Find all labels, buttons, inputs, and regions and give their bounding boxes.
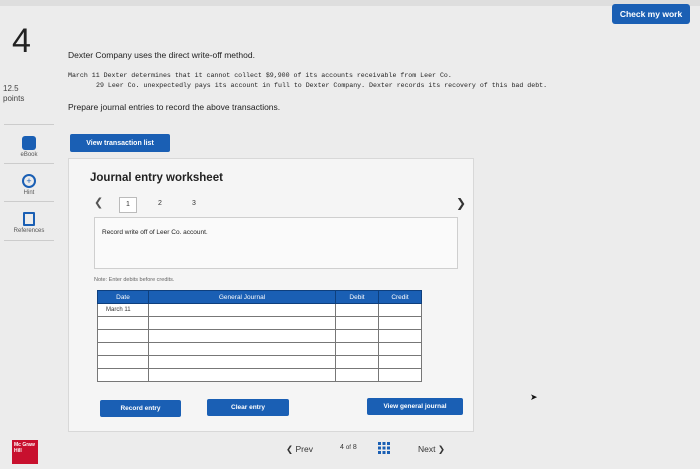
debit-cell[interactable]: [335, 342, 379, 356]
instruction-box: [94, 217, 458, 269]
account-cell[interactable]: [148, 368, 336, 382]
table-row: [97, 368, 422, 382]
column-header-debit: Debit: [335, 290, 379, 304]
date-cell[interactable]: March 11: [97, 303, 149, 317]
debit-cell[interactable]: [335, 316, 379, 330]
transaction-line-2: 29 Leer Co. unexpectedly pays its accoun…: [96, 82, 548, 89]
column-header-general-journal: General Journal: [148, 290, 336, 304]
debit-cell[interactable]: [335, 355, 379, 369]
credit-cell[interactable]: [378, 342, 422, 356]
sidebar-divider: [4, 163, 54, 164]
question-number: 4: [12, 22, 31, 60]
sidebar-item-label: Hint: [23, 190, 35, 196]
table-row: [97, 342, 422, 356]
worksheet-page-1[interactable]: 1: [119, 197, 137, 213]
debit-cell[interactable]: [335, 329, 379, 343]
points-label: points: [3, 94, 25, 103]
page-indicator: 4 of 8: [340, 444, 357, 451]
top-bar: [0, 0, 700, 6]
sidebar-item-label: eBook: [20, 152, 38, 158]
view-general-journal-button[interactable]: View general journal: [367, 398, 463, 415]
instruction-text: Record write off of Leer Co. account.: [102, 229, 208, 236]
mouse-cursor-icon: ➤: [530, 392, 538, 402]
account-cell[interactable]: [148, 303, 336, 317]
problem-intro: Dexter Company uses the direct write-off…: [68, 50, 255, 60]
debit-credit-note: Note: Enter debits before credits.: [94, 277, 175, 283]
sidebar-item-ebook[interactable]: eBook: [4, 136, 54, 158]
transaction-line-1: March 11 Dexter determines that it canno…: [68, 72, 452, 79]
journal-entry-table: Date General Journal Debit Credit March …: [97, 290, 422, 382]
table-row: [97, 316, 422, 330]
date-cell[interactable]: [97, 329, 149, 343]
date-cell[interactable]: [97, 316, 149, 330]
book-icon: [22, 136, 36, 150]
credit-cell[interactable]: [378, 355, 422, 369]
prev-button[interactable]: ❮ Prev: [286, 444, 313, 455]
page-total: 8: [352, 444, 357, 451]
points-info: 12.5 points: [3, 84, 24, 104]
problem-instruction: Prepare journal entries to record the ab…: [68, 102, 281, 112]
mcgraw-hill-logo: Mc Graw Hill: [12, 440, 38, 464]
points-value: 12.5: [3, 84, 19, 93]
date-cell[interactable]: [97, 368, 149, 382]
next-button[interactable]: Next ❯: [418, 444, 445, 455]
grid-icon[interactable]: [378, 442, 390, 454]
account-cell[interactable]: [148, 316, 336, 330]
table-row: March 11: [97, 303, 422, 317]
next-label: Next: [418, 444, 436, 454]
page-of: of: [345, 445, 351, 451]
table-row: [97, 329, 422, 343]
worksheet-title: Journal entry worksheet: [90, 172, 223, 184]
credit-cell[interactable]: [378, 329, 422, 343]
sidebar-divider: [4, 240, 54, 241]
lifebuoy-icon: +: [22, 174, 36, 188]
clear-entry-button[interactable]: Clear entry: [207, 399, 289, 416]
sidebar-divider: [4, 201, 54, 202]
credit-cell[interactable]: [378, 368, 422, 382]
chevron-right-icon[interactable]: ❯: [456, 196, 466, 210]
table-row: [97, 355, 422, 369]
credit-cell[interactable]: [378, 316, 422, 330]
account-cell[interactable]: [148, 355, 336, 369]
account-cell[interactable]: [148, 329, 336, 343]
credit-cell[interactable]: [378, 303, 422, 317]
column-header-credit: Credit: [378, 290, 422, 304]
view-transaction-list-button[interactable]: View transaction list: [70, 134, 170, 152]
worksheet-page-3[interactable]: 3: [186, 197, 202, 211]
sidebar-item-hint[interactable]: + Hint: [4, 174, 54, 196]
sidebar-item-references[interactable]: References: [4, 212, 54, 234]
worksheet-page-2[interactable]: 2: [152, 197, 168, 211]
sidebar-item-label: References: [13, 228, 45, 234]
prev-label: Prev: [295, 444, 313, 454]
column-header-date: Date: [97, 290, 149, 304]
debit-cell[interactable]: [335, 303, 379, 317]
account-cell[interactable]: [148, 342, 336, 356]
document-icon: [23, 212, 35, 226]
sidebar-divider: [4, 124, 54, 125]
page-current: 4: [340, 444, 344, 451]
debit-cell[interactable]: [335, 368, 379, 382]
chevron-left-icon[interactable]: ❮: [94, 196, 103, 209]
date-cell[interactable]: [97, 355, 149, 369]
check-my-work-button[interactable]: Check my work: [612, 4, 690, 24]
date-cell[interactable]: [97, 342, 149, 356]
record-entry-button[interactable]: Record entry: [100, 400, 181, 417]
